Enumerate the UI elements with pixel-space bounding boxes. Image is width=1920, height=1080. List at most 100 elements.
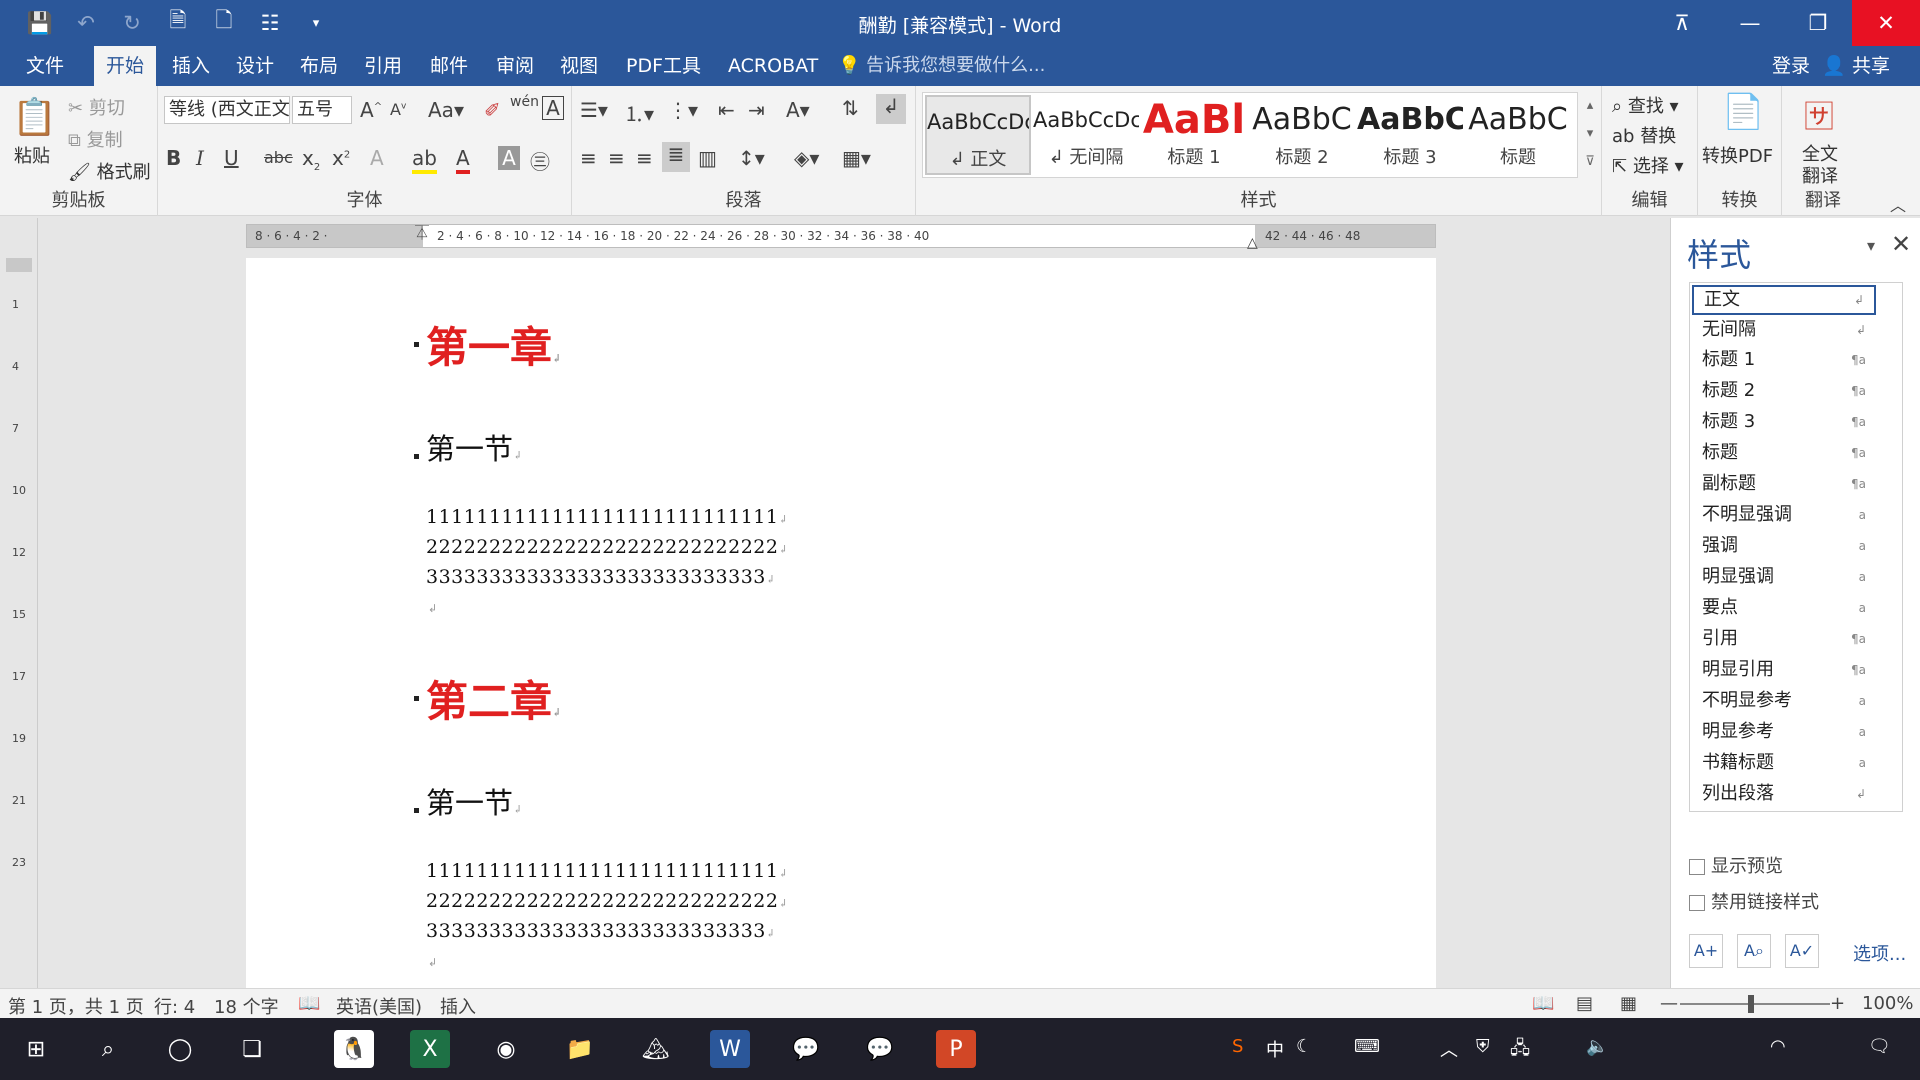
wechat-work-icon[interactable]: 💬 xyxy=(786,1030,826,1068)
zoom-slider[interactable] xyxy=(1680,1003,1830,1005)
tab-pdf-tools[interactable]: PDF工具 xyxy=(614,46,713,86)
volume-icon[interactable]: 🔈 xyxy=(1586,1036,1608,1057)
page-count[interactable]: 第 1 页，共 1 页 xyxy=(8,993,144,1019)
notifications-icon[interactable]: 🗨 xyxy=(1868,1036,1891,1057)
enclose-char-icon[interactable]: ㊂ xyxy=(530,146,550,175)
styles-list-item[interactable]: 列出段落 ↲ xyxy=(1692,779,1876,809)
styles-list-item[interactable]: 引用 ¶a xyxy=(1692,624,1876,654)
share-button[interactable]: 👤 共享 xyxy=(1822,46,1890,86)
zoom-level[interactable]: 100% xyxy=(1862,993,1913,1014)
superscript-icon[interactable]: x2 xyxy=(332,146,350,170)
indent-marker-icon[interactable]: ⏄ xyxy=(415,223,429,243)
italic-icon[interactable]: I xyxy=(196,146,204,170)
tab-review[interactable]: 审阅 xyxy=(484,46,546,86)
read-mode-icon[interactable]: 📖 xyxy=(1532,993,1554,1014)
grow-font-icon[interactable]: A^ xyxy=(360,98,382,122)
horizontal-ruler[interactable]: 8 · 6 · 4 · 2 · 2 · 4 · 6 · 8 · 10 · 12 … xyxy=(246,223,1436,251)
bullets-icon[interactable]: ☰▾ xyxy=(580,98,608,122)
disable-linked-checkbox[interactable]: 禁用链接样式 xyxy=(1689,888,1819,914)
shield-icon[interactable]: ⛨ xyxy=(1476,1036,1490,1057)
align-center-icon[interactable]: ≡ xyxy=(608,146,625,170)
word-count[interactable]: 18 个字 xyxy=(214,993,279,1019)
pane-options-icon[interactable]: ▾ xyxy=(1867,236,1875,255)
multilevel-list-icon[interactable]: ⋮▾ xyxy=(668,98,698,122)
vertical-ruler[interactable]: 1 4 7 10 12 15 17 19 21 23 xyxy=(0,218,38,988)
translate-label[interactable]: 翻译 xyxy=(1802,162,1838,188)
excel-icon[interactable]: X xyxy=(410,1030,450,1068)
task-view-icon[interactable]: ❏ xyxy=(232,1030,272,1068)
wechat-icon[interactable]: 💬 xyxy=(860,1030,900,1068)
bold-icon[interactable]: B xyxy=(166,146,181,170)
manage-styles-icon[interactable]: A✓ xyxy=(1785,934,1819,968)
sort-icon[interactable]: ⇅ xyxy=(842,96,859,120)
zoom-thumb[interactable] xyxy=(1748,995,1754,1013)
select-button[interactable]: ⇱ 选择 ▾ xyxy=(1612,152,1684,178)
convert-pdf-button[interactable]: 转换PDF xyxy=(1702,142,1773,168)
numbering-icon[interactable]: ⒈▾ xyxy=(624,98,654,127)
styles-list-item[interactable]: 副标题 ¶a xyxy=(1692,469,1876,499)
minimize-button[interactable]: — xyxy=(1716,0,1784,46)
restore-button[interactable]: ❐ xyxy=(1784,0,1852,46)
tab-design[interactable]: 设计 xyxy=(224,46,286,86)
styles-list-item[interactable]: 书籍标题 a xyxy=(1692,748,1876,778)
justify-icon[interactable]: ≣ xyxy=(662,142,690,172)
web-layout-icon[interactable]: ▦ xyxy=(1620,993,1637,1014)
wifi-icon[interactable]: ◠ xyxy=(1770,1036,1786,1057)
language-indicator[interactable]: 英语(美国) xyxy=(336,993,422,1019)
body-line-1b[interactable]: 1111111111111111111111111111↲ xyxy=(426,860,788,882)
zoom-out-icon[interactable]: — xyxy=(1660,993,1678,1014)
format-painter-button[interactable]: 🖌 格式刷 xyxy=(68,158,151,184)
close-button[interactable]: ✕ xyxy=(1852,0,1920,46)
align-right-icon[interactable]: ≡ xyxy=(636,146,653,170)
body-line-2a[interactable]: 2222222222222222222222222222↲ xyxy=(426,536,788,558)
font-family-combo[interactable]: 等线 (西文正文 xyxy=(164,96,290,124)
tab-view[interactable]: 视图 xyxy=(548,46,610,86)
line-spacing-icon[interactable]: ↕▾ xyxy=(738,146,765,170)
tab-home[interactable]: 开始 xyxy=(94,46,157,86)
insert-mode[interactable]: 插入 xyxy=(440,993,476,1019)
powerpoint-icon[interactable]: P xyxy=(936,1030,976,1068)
shading-icon[interactable]: ◈▾ xyxy=(794,146,819,170)
copy-button[interactable]: ⧉ 复制 xyxy=(68,126,123,152)
qq-icon[interactable]: 🐧 xyxy=(334,1030,374,1068)
new-style-icon[interactable]: A+ xyxy=(1689,934,1723,968)
right-indent-marker-icon[interactable]: △ xyxy=(1247,235,1258,251)
text-direction-icon[interactable]: A▾ xyxy=(786,98,810,122)
increase-indent-icon[interactable]: ⇥ xyxy=(748,98,765,122)
char-border-icon[interactable]: A xyxy=(542,96,564,120)
cortana-icon[interactable]: ◯ xyxy=(160,1030,200,1068)
ime-mode[interactable]: 中 xyxy=(1266,1036,1284,1062)
paste-button[interactable]: 粘贴 xyxy=(14,142,50,168)
moon-icon[interactable]: ☾ xyxy=(1296,1036,1312,1057)
body-line-1a[interactable]: 1111111111111111111111111111↲ xyxy=(426,506,788,528)
styles-list-item[interactable]: 要点 a xyxy=(1692,593,1876,623)
zoom-in-icon[interactable]: + xyxy=(1830,993,1845,1014)
styles-list-item[interactable]: 不明显强调 a xyxy=(1692,500,1876,530)
styles-list-item[interactable]: 标题 3 ¶a xyxy=(1692,407,1876,437)
find-button[interactable]: ⌕ 查找 ▾ xyxy=(1612,92,1679,118)
body-line-3b[interactable]: 333333333333333333333333333↲ xyxy=(426,920,776,942)
styles-list-item[interactable]: 无间隔 ↲ xyxy=(1692,315,1876,345)
styles-list-item[interactable]: 明显引用 ¶a xyxy=(1692,655,1876,685)
underline-icon[interactable]: U xyxy=(224,146,239,170)
word-icon[interactable]: W xyxy=(710,1030,750,1068)
font-size-combo[interactable]: 五号 xyxy=(292,96,352,124)
tab-file[interactable]: 文件 xyxy=(14,46,76,86)
tell-me-box[interactable]: 💡 告诉我您想要做什么... xyxy=(838,46,1045,86)
tab-insert[interactable]: 插入 xyxy=(160,46,222,86)
cut-button[interactable]: ✂ 剪切 xyxy=(68,94,125,120)
align-left-icon[interactable]: ≡ xyxy=(580,146,597,170)
borders-icon[interactable]: ▦▾ xyxy=(842,146,871,170)
pdf-icon[interactable]: 📄 xyxy=(1722,92,1764,132)
line-number[interactable]: 行: 4 xyxy=(154,993,195,1019)
tab-mailings[interactable]: 邮件 xyxy=(418,46,480,86)
styles-list-item[interactable]: 强调 a xyxy=(1692,531,1876,561)
heading-section-2a[interactable]: 第一节↲ xyxy=(426,780,522,822)
keyboard-icon[interactable]: ⌨ xyxy=(1354,1036,1380,1057)
heading-chapter-1[interactable]: 第一章↲ xyxy=(426,314,561,375)
chrome-icon[interactable]: ◉ xyxy=(486,1030,526,1068)
styles-list-item[interactable]: 标题 ¶a xyxy=(1692,438,1876,468)
show-preview-checkbox[interactable]: 显示预览 xyxy=(1689,852,1783,878)
body-line-2b[interactable]: 2222222222222222222222222222↲ xyxy=(426,890,788,912)
sogou-icon[interactable]: S xyxy=(1232,1036,1243,1057)
